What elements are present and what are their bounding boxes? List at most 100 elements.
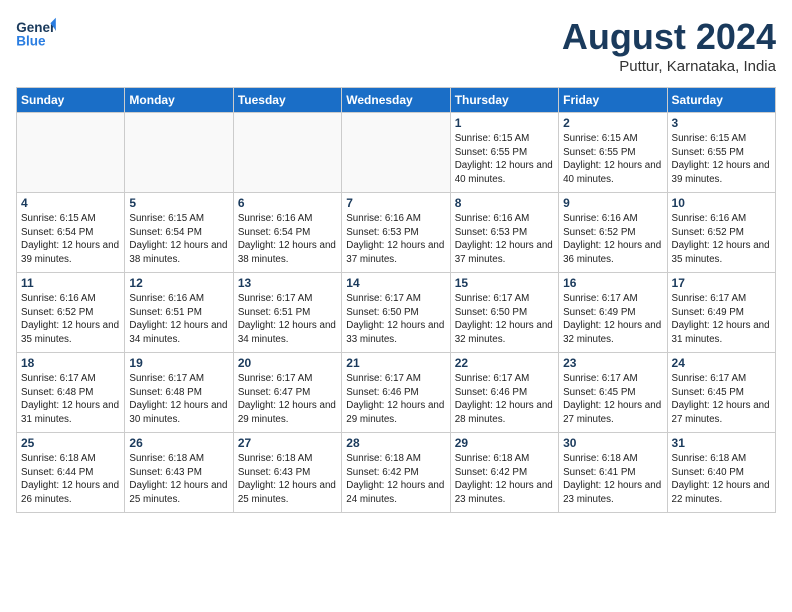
day-info: Sunrise: 6:18 AMSunset: 6:40 PMDaylight:… — [672, 452, 771, 507]
day-info: Sunrise: 6:16 AMSunset: 6:53 PMDaylight:… — [455, 212, 554, 267]
day-info: Sunrise: 6:16 AMSunset: 6:53 PMDaylight:… — [346, 212, 445, 267]
day-info: Sunrise: 6:17 AMSunset: 6:45 PMDaylight:… — [563, 372, 662, 427]
day-number: 20 — [238, 356, 337, 370]
day-number: 6 — [238, 196, 337, 210]
calendar-cell — [342, 113, 450, 193]
calendar-cell: 18 Sunrise: 6:17 AMSunset: 6:48 PMDayligh… — [17, 353, 125, 433]
calendar-cell: 22 Sunrise: 6:17 AMSunset: 6:46 PMDayligh… — [450, 353, 558, 433]
day-info: Sunrise: 6:17 AMSunset: 6:45 PMDaylight:… — [672, 372, 771, 427]
calendar-week-3: 11 Sunrise: 6:16 AMSunset: 6:52 PMDayligh… — [17, 273, 776, 353]
day-info: Sunrise: 6:18 AMSunset: 6:42 PMDaylight:… — [455, 452, 554, 507]
calendar-week-5: 25 Sunrise: 6:18 AMSunset: 6:44 PMDayligh… — [17, 433, 776, 513]
calendar-cell: 3 Sunrise: 6:15 AMSunset: 6:55 PMDaylight… — [667, 113, 775, 193]
day-info: Sunrise: 6:15 AMSunset: 6:54 PMDaylight:… — [129, 212, 228, 267]
calendar-cell: 24 Sunrise: 6:17 AMSunset: 6:45 PMDayligh… — [667, 353, 775, 433]
day-info: Sunrise: 6:15 AMSunset: 6:54 PMDaylight:… — [21, 212, 120, 267]
day-number: 25 — [21, 436, 120, 450]
calendar-cell: 28 Sunrise: 6:18 AMSunset: 6:42 PMDayligh… — [342, 433, 450, 513]
calendar-cell: 20 Sunrise: 6:17 AMSunset: 6:47 PMDayligh… — [233, 353, 341, 433]
day-number: 13 — [238, 276, 337, 290]
calendar-cell: 13 Sunrise: 6:17 AMSunset: 6:51 PMDayligh… — [233, 273, 341, 353]
day-number: 19 — [129, 356, 228, 370]
logo: General Blue — [16, 16, 56, 52]
day-info: Sunrise: 6:18 AMSunset: 6:42 PMDaylight:… — [346, 452, 445, 507]
day-number: 4 — [21, 196, 120, 210]
location: Puttur, Karnataka, India — [562, 58, 776, 75]
calendar-cell: 27 Sunrise: 6:18 AMSunset: 6:43 PMDayligh… — [233, 433, 341, 513]
month-title: August 2024 — [562, 16, 776, 58]
day-number: 3 — [672, 116, 771, 130]
day-number: 22 — [455, 356, 554, 370]
calendar-cell — [17, 113, 125, 193]
day-info: Sunrise: 6:15 AMSunset: 6:55 PMDaylight:… — [672, 132, 771, 187]
calendar-cell: 25 Sunrise: 6:18 AMSunset: 6:44 PMDayligh… — [17, 433, 125, 513]
calendar-cell: 12 Sunrise: 6:16 AMSunset: 6:51 PMDayligh… — [125, 273, 233, 353]
calendar-cell: 1 Sunrise: 6:15 AMSunset: 6:55 PMDaylight… — [450, 113, 558, 193]
svg-text:Blue: Blue — [16, 34, 46, 49]
calendar-header-wednesday: Wednesday — [342, 88, 450, 113]
day-number: 24 — [672, 356, 771, 370]
calendar-cell: 19 Sunrise: 6:17 AMSunset: 6:48 PMDayligh… — [125, 353, 233, 433]
calendar-cell — [233, 113, 341, 193]
calendar-header-row: SundayMondayTuesdayWednesdayThursdayFrid… — [17, 88, 776, 113]
day-number: 12 — [129, 276, 228, 290]
day-info: Sunrise: 6:17 AMSunset: 6:50 PMDaylight:… — [455, 292, 554, 347]
day-info: Sunrise: 6:18 AMSunset: 6:44 PMDaylight:… — [21, 452, 120, 507]
day-number: 18 — [21, 356, 120, 370]
day-info: Sunrise: 6:16 AMSunset: 6:54 PMDaylight:… — [238, 212, 337, 267]
day-info: Sunrise: 6:15 AMSunset: 6:55 PMDaylight:… — [455, 132, 554, 187]
day-number: 14 — [346, 276, 445, 290]
calendar-cell: 17 Sunrise: 6:17 AMSunset: 6:49 PMDayligh… — [667, 273, 775, 353]
day-number: 28 — [346, 436, 445, 450]
calendar-cell: 6 Sunrise: 6:16 AMSunset: 6:54 PMDaylight… — [233, 193, 341, 273]
calendar-cell: 23Sunrise: 6:17 AMSunset: 6:45 PMDayligh… — [559, 353, 667, 433]
day-info: Sunrise: 6:17 AMSunset: 6:51 PMDaylight:… — [238, 292, 337, 347]
day-number: 8 — [455, 196, 554, 210]
day-number: 27 — [238, 436, 337, 450]
day-info: Sunrise: 6:16 AMSunset: 6:52 PMDaylight:… — [672, 212, 771, 267]
title-block: August 2024 Puttur, Karnataka, India — [562, 16, 776, 75]
calendar-cell: 30Sunrise: 6:18 AMSunset: 6:41 PMDayligh… — [559, 433, 667, 513]
calendar-week-4: 18 Sunrise: 6:17 AMSunset: 6:48 PMDayligh… — [17, 353, 776, 433]
day-info: Sunrise: 6:17 AMSunset: 6:46 PMDaylight:… — [346, 372, 445, 427]
day-number: 9 — [563, 196, 662, 210]
calendar-cell: 7Sunrise: 6:16 AMSunset: 6:53 PMDaylight… — [342, 193, 450, 273]
day-info: Sunrise: 6:16 AMSunset: 6:51 PMDaylight:… — [129, 292, 228, 347]
day-number: 11 — [21, 276, 120, 290]
calendar-week-1: 1 Sunrise: 6:15 AMSunset: 6:55 PMDaylight… — [17, 113, 776, 193]
day-info: Sunrise: 6:18 AMSunset: 6:43 PMDaylight:… — [238, 452, 337, 507]
calendar-header-thursday: Thursday — [450, 88, 558, 113]
calendar-table: SundayMondayTuesdayWednesdayThursdayFrid… — [16, 87, 776, 513]
day-number: 26 — [129, 436, 228, 450]
day-info: Sunrise: 6:16 AMSunset: 6:52 PMDaylight:… — [563, 212, 662, 267]
day-number: 2 — [563, 116, 662, 130]
day-number: 31 — [672, 436, 771, 450]
day-number: 21 — [346, 356, 445, 370]
day-number: 17 — [672, 276, 771, 290]
day-number: 15 — [455, 276, 554, 290]
calendar-header-monday: Monday — [125, 88, 233, 113]
calendar-cell: 26 Sunrise: 6:18 AMSunset: 6:43 PMDayligh… — [125, 433, 233, 513]
day-number: 10 — [672, 196, 771, 210]
calendar-cell: 9 Sunrise: 6:16 AMSunset: 6:52 PMDaylight… — [559, 193, 667, 273]
calendar-cell: 14Sunrise: 6:17 AMSunset: 6:50 PMDayligh… — [342, 273, 450, 353]
page-header: General Blue August 2024 Puttur, Karnata… — [16, 16, 776, 75]
day-info: Sunrise: 6:16 AMSunset: 6:52 PMDaylight:… — [21, 292, 120, 347]
calendar-cell — [125, 113, 233, 193]
calendar-header-friday: Friday — [559, 88, 667, 113]
day-info: Sunrise: 6:17 AMSunset: 6:49 PMDaylight:… — [672, 292, 771, 347]
calendar-cell: 5Sunrise: 6:15 AMSunset: 6:54 PMDaylight… — [125, 193, 233, 273]
day-number: 1 — [455, 116, 554, 130]
day-info: Sunrise: 6:18 AMSunset: 6:43 PMDaylight:… — [129, 452, 228, 507]
calendar-cell: 15 Sunrise: 6:17 AMSunset: 6:50 PMDayligh… — [450, 273, 558, 353]
day-info: Sunrise: 6:17 AMSunset: 6:48 PMDaylight:… — [129, 372, 228, 427]
day-info: Sunrise: 6:17 AMSunset: 6:46 PMDaylight:… — [455, 372, 554, 427]
calendar-cell: 10 Sunrise: 6:16 AMSunset: 6:52 PMDayligh… — [667, 193, 775, 273]
day-info: Sunrise: 6:17 AMSunset: 6:48 PMDaylight:… — [21, 372, 120, 427]
day-info: Sunrise: 6:17 AMSunset: 6:47 PMDaylight:… — [238, 372, 337, 427]
calendar-header-sunday: Sunday — [17, 88, 125, 113]
calendar-week-2: 4 Sunrise: 6:15 AMSunset: 6:54 PMDaylight… — [17, 193, 776, 273]
day-number: 16 — [563, 276, 662, 290]
calendar-cell: 11 Sunrise: 6:16 AMSunset: 6:52 PMDayligh… — [17, 273, 125, 353]
day-info: Sunrise: 6:17 AMSunset: 6:49 PMDaylight:… — [563, 292, 662, 347]
